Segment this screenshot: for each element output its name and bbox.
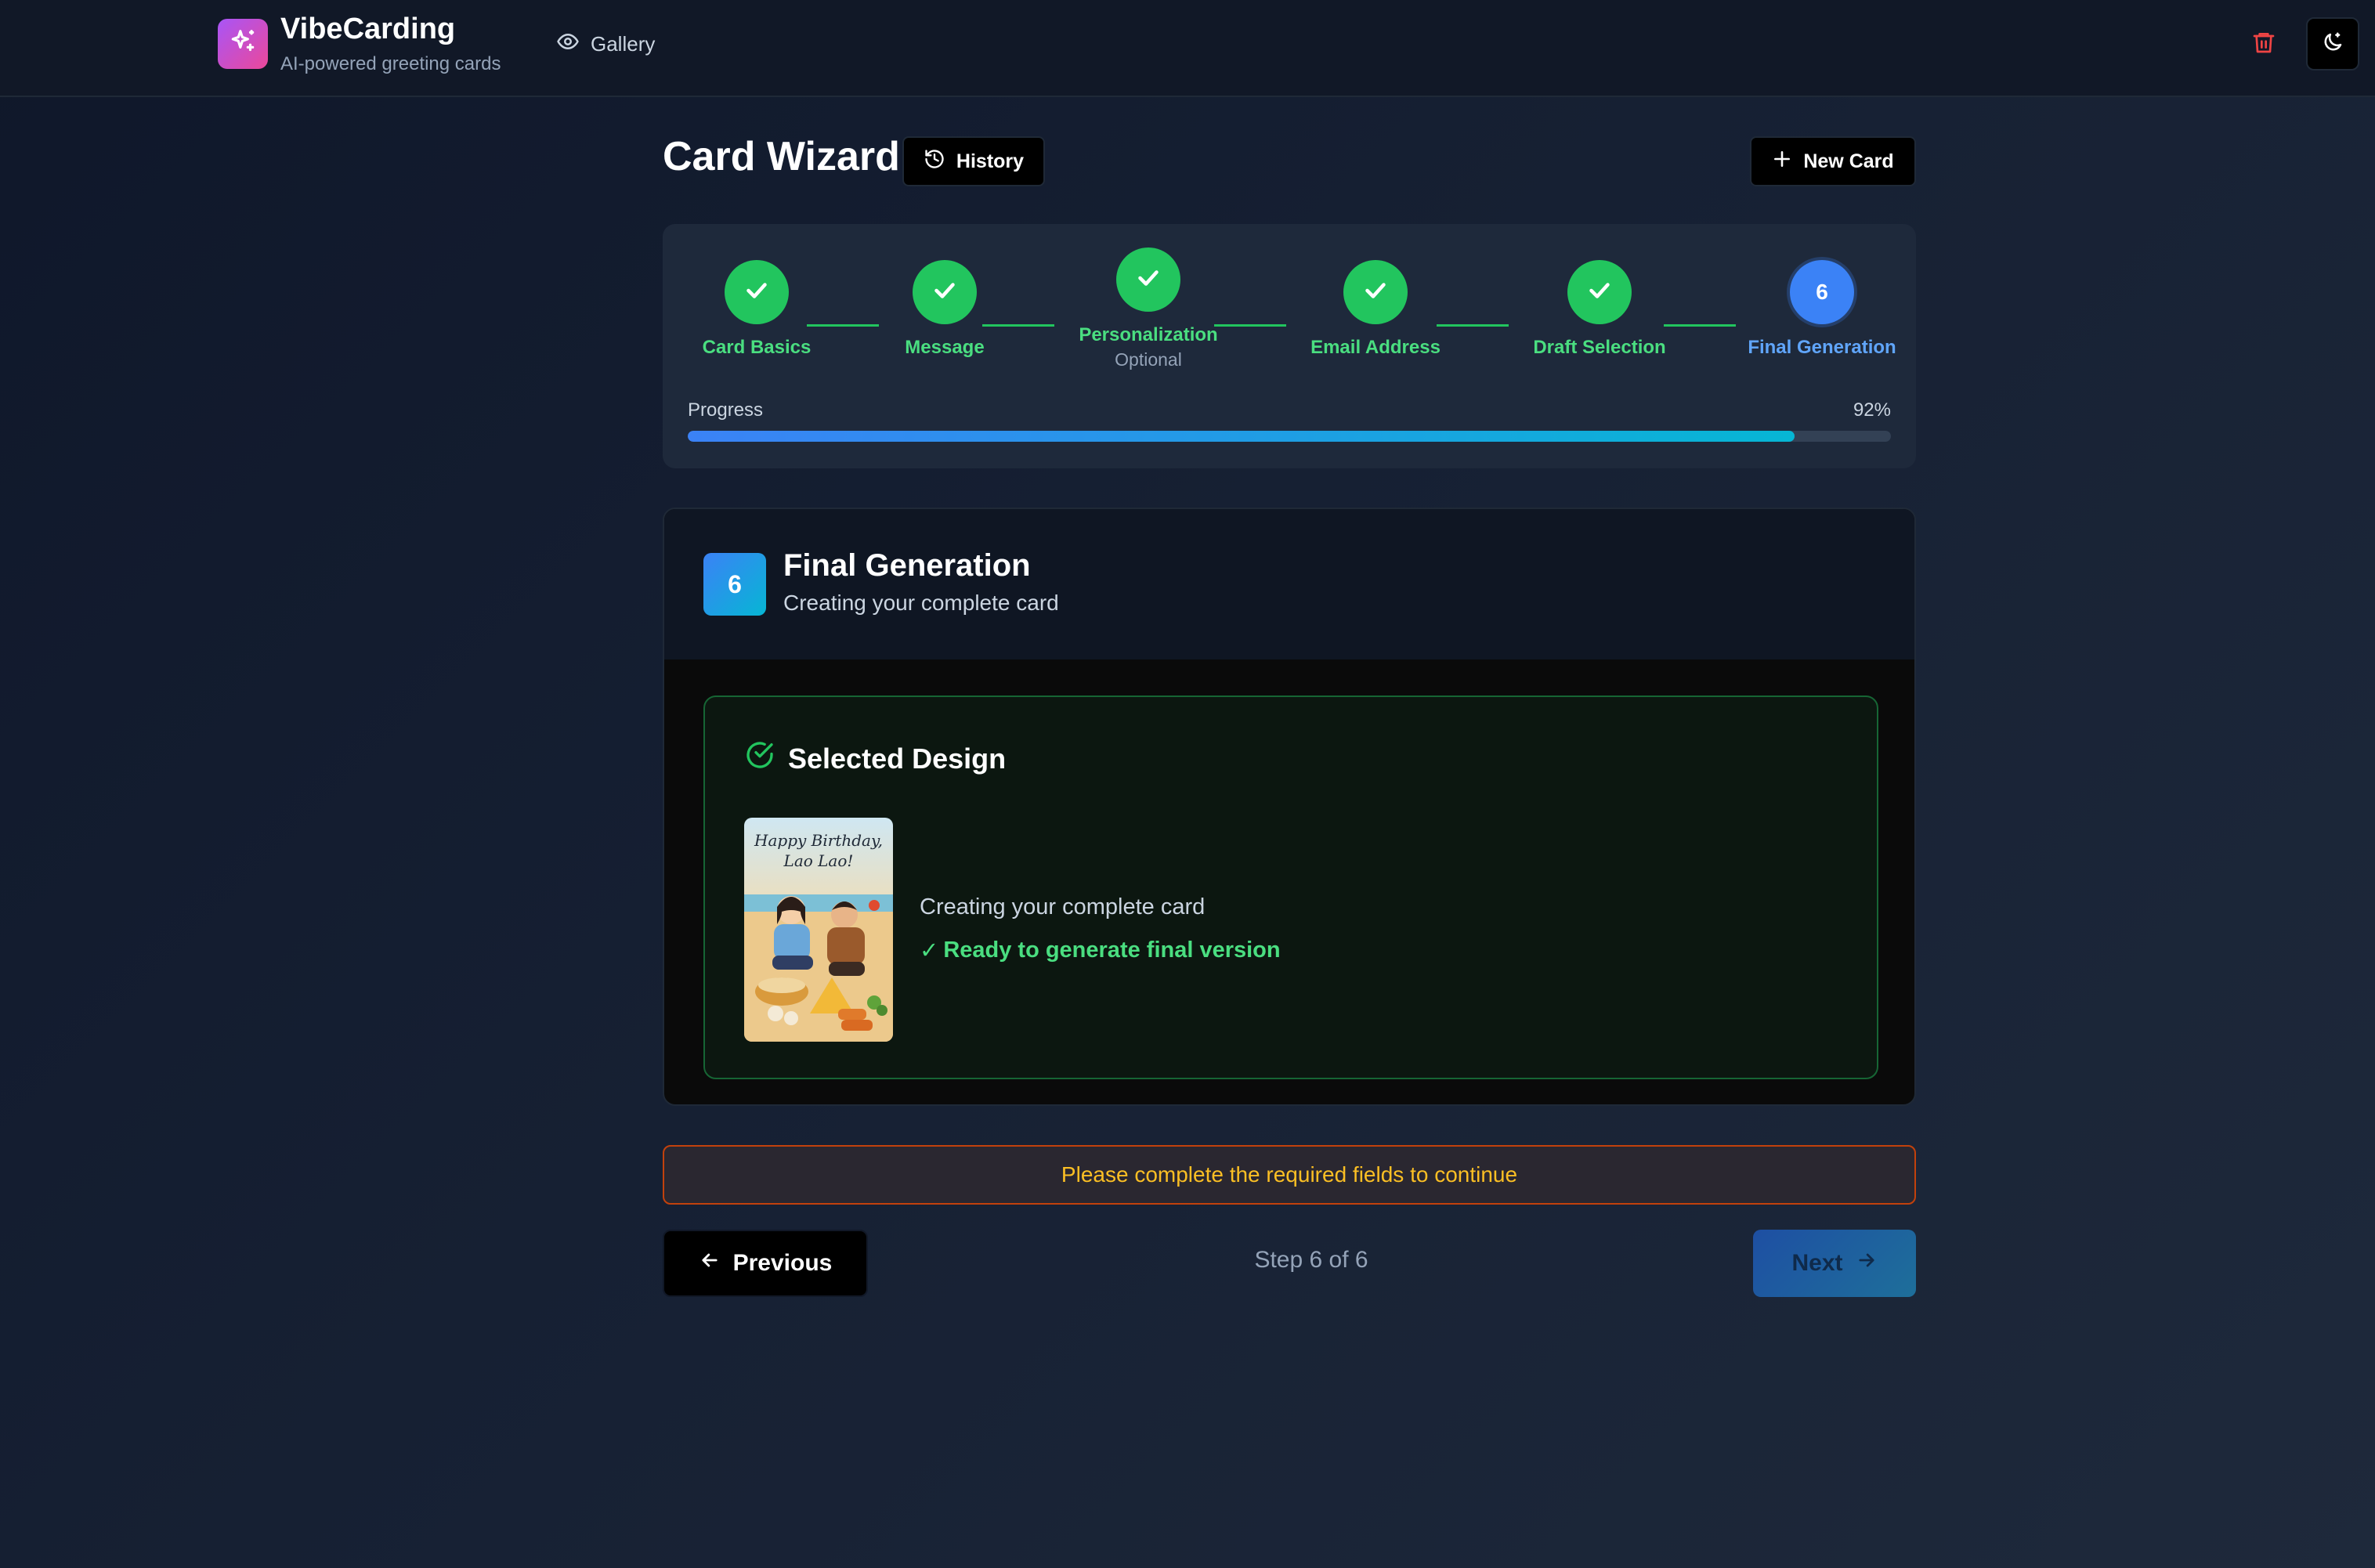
card-greeting-line1: Happy Birthday, [754,831,883,850]
step-label: Card Basics [702,337,812,358]
step-counter: Step 6 of 6 [1254,1247,1368,1273]
previous-button[interactable]: Previous [663,1230,868,1297]
selected-design-header: Selected Design [744,739,1006,778]
step-label: Message [905,337,985,358]
progress-bar [688,431,1891,442]
progress-bar-fill [688,431,1795,442]
new-card-label: New Card [1803,150,1894,172]
gallery-link[interactable]: Gallery [556,30,655,58]
progress-label: Progress [688,399,764,421]
history-label: History [956,150,1025,172]
next-label: Next [1791,1250,1843,1276]
step-personalization[interactable]: Personalization Optional [1054,247,1242,370]
ready-status-text: Ready to generate final version [943,938,1281,963]
new-card-button[interactable]: New Card [1750,136,1916,186]
step-badge: 6 [703,553,766,616]
app-tagline: AI-powered greeting cards [280,53,501,74]
check-icon [1134,264,1162,296]
sparkles-icon [228,27,258,61]
step-final-generation[interactable]: 6 Final Generation [1728,260,1916,359]
step-message[interactable]: Message [851,260,1039,359]
step-label: Email Address [1310,337,1441,358]
delete-button[interactable] [2248,27,2279,61]
step-email-address[interactable]: Email Address [1281,260,1469,359]
final-generation-panel: 6 Final Generation Creating your complet… [663,508,1916,1106]
history-button[interactable]: History [902,136,1045,186]
arrow-left-icon [699,1249,721,1277]
step-number: 6 [1816,280,1828,304]
trash-icon [2251,29,2276,60]
arrow-right-icon [1856,1249,1878,1277]
moon-icon [2321,31,2344,58]
validation-alert: Please complete the required fields to c… [663,1145,1916,1205]
top-bar: VibeCarding AI-powered greeting cards Ga… [0,0,2375,97]
app-name: VibeCarding [280,13,456,45]
step-active-indicator: 6 [1790,260,1854,324]
step-complete-indicator [725,260,789,324]
plus-icon [1772,149,1792,175]
step-label: Personalization [1079,324,1218,345]
step-label: Final Generation [1748,337,1896,358]
check-icon [1361,276,1390,309]
step-label: Draft Selection [1533,337,1666,358]
check-circle-icon [744,739,775,778]
gallery-label: Gallery [591,31,656,56]
step-complete-indicator [1343,260,1408,324]
theme-toggle-button[interactable] [2306,17,2359,70]
progress-percent: 92% [1853,399,1891,421]
selected-design-box: Selected Design Happy Birthday, Lao Lao! [703,695,1878,1079]
app-logo[interactable] [218,19,268,69]
step-draft-selection[interactable]: Draft Selection [1506,260,1694,359]
card-greeting-line2: Lao Lao! [783,851,854,870]
ready-status: ✓ Ready to generate final version [920,937,1281,964]
check-icon [931,276,959,309]
ready-check-mark: ✓ [920,938,939,963]
previous-label: Previous [732,1250,833,1276]
step-complete-indicator [1116,247,1180,312]
panel-subtitle: Creating your complete card [783,591,1059,615]
step-optional-label: Optional [1115,349,1182,370]
card-thumbnail[interactable]: Happy Birthday, Lao Lao! [744,818,893,1042]
wizard-stepper: Card Basics Message Personalization Opti… [663,224,1916,468]
page-title: Card Wizard [663,134,900,179]
history-icon [924,148,945,175]
step-complete-indicator [1567,260,1632,324]
eye-icon [556,30,580,59]
next-button[interactable]: Next [1753,1230,1916,1297]
selected-design-description: Creating your complete card [920,894,1206,919]
check-icon [1585,276,1614,309]
step-complete-indicator [913,260,977,324]
selected-design-title: Selected Design [788,742,1007,775]
panel-title: Final Generation [783,548,1031,583]
panel-header: 6 Final Generation Creating your complet… [664,509,1914,659]
step-card-basics[interactable]: Card Basics [663,260,851,359]
check-icon [743,276,771,309]
